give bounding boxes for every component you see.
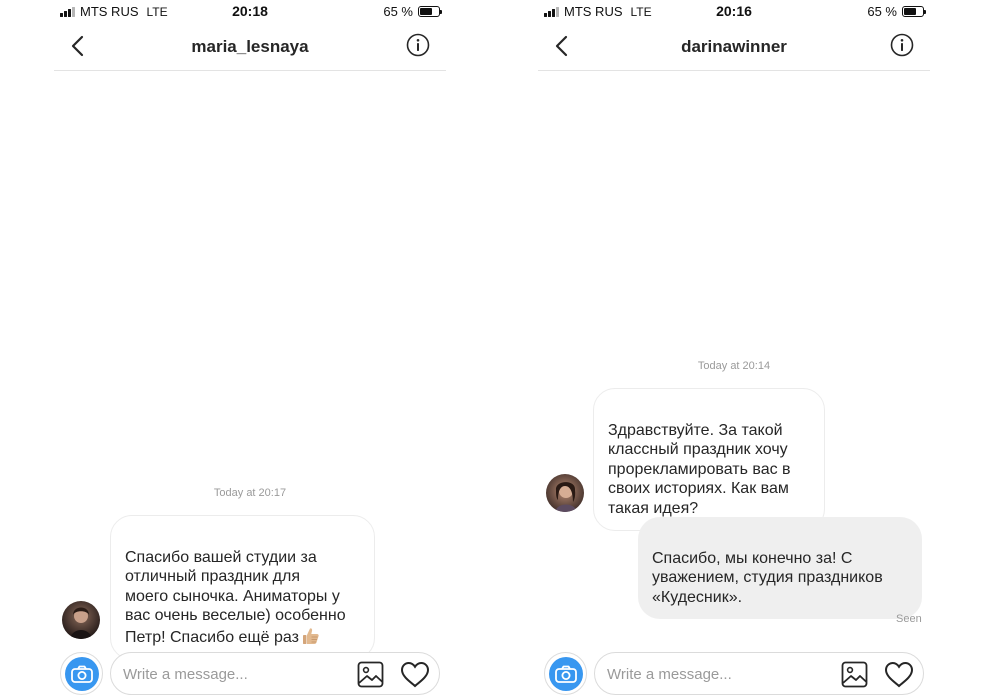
left-chat-screen: MTS RUS LTE 20:18 65 % maria_lesnaya Tod… bbox=[54, 0, 446, 700]
info-icon[interactable] bbox=[890, 33, 914, 57]
camera-button[interactable] bbox=[544, 652, 587, 695]
status-bar: MTS RUS LTE 20:16 65 % bbox=[538, 0, 930, 22]
thumbs-up-emoji-icon bbox=[302, 627, 319, 644]
gallery-icon[interactable] bbox=[841, 661, 868, 688]
message-composer bbox=[60, 650, 440, 696]
outgoing-message-bubble: Спасибо, мы конечно за! С уважением, сту… bbox=[638, 517, 922, 619]
camera-icon bbox=[70, 665, 93, 683]
message-composer bbox=[544, 650, 924, 696]
message-input-field[interactable] bbox=[110, 652, 440, 695]
sender-avatar[interactable] bbox=[546, 474, 584, 512]
message-text: Спасибо, мы конечно за! С уважением, сту… bbox=[652, 549, 883, 606]
camera-button[interactable] bbox=[60, 652, 103, 695]
right-chat-screen: MTS RUS LTE 20:16 65 % darinawinner Toda… bbox=[538, 0, 930, 700]
gallery-icon[interactable] bbox=[357, 661, 384, 688]
status-bar: MTS RUS LTE 20:18 65 % bbox=[54, 0, 446, 22]
message-input[interactable] bbox=[123, 663, 353, 685]
message-timestamp: Today at 20:17 bbox=[213, 487, 287, 499]
heart-icon[interactable] bbox=[400, 661, 430, 688]
chat-username[interactable]: maria_lesnaya bbox=[54, 37, 446, 57]
chat-username[interactable]: darinawinner bbox=[538, 37, 930, 57]
battery-percent: 65 % bbox=[867, 4, 897, 19]
camera-icon bbox=[554, 665, 577, 683]
chat-header: maria_lesnaya bbox=[54, 22, 446, 71]
message-timestamp: Today at 20:14 bbox=[697, 360, 771, 372]
incoming-message-bubble: Здравствуйте. За такой классный праздник… bbox=[593, 388, 825, 531]
battery-icon bbox=[902, 6, 926, 17]
message-input[interactable] bbox=[607, 663, 837, 685]
sender-avatar[interactable] bbox=[62, 601, 100, 639]
message-text: Здравствуйте. За такой классный праздник… bbox=[608, 421, 791, 517]
info-icon[interactable] bbox=[406, 33, 430, 57]
seen-status: Seen bbox=[896, 613, 922, 625]
battery-percent: 65 % bbox=[383, 4, 413, 19]
message-input-field[interactable] bbox=[594, 652, 924, 695]
chat-header: darinawinner bbox=[538, 22, 930, 71]
incoming-message-bubble: Спасибо вашей студии за отличный праздни… bbox=[110, 515, 375, 660]
battery-icon bbox=[418, 6, 442, 17]
heart-icon[interactable] bbox=[884, 661, 914, 688]
